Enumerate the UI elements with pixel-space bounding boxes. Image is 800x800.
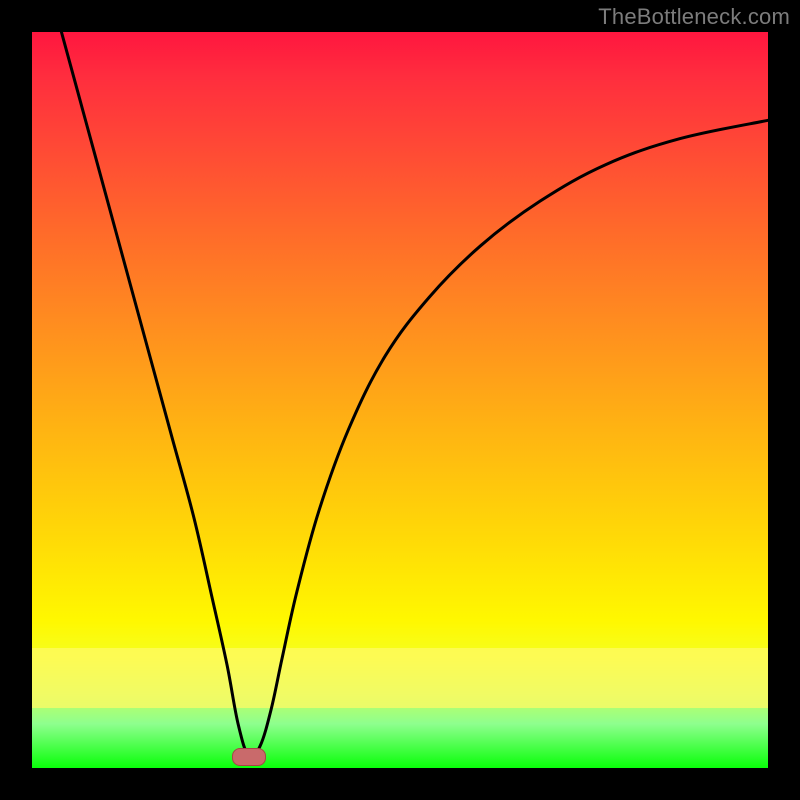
minimum-marker <box>232 748 266 766</box>
chart-frame: TheBottleneck.com <box>0 0 800 800</box>
bottleneck-curve <box>32 32 768 768</box>
plot-area <box>32 32 768 768</box>
watermark-text: TheBottleneck.com <box>598 4 790 30</box>
